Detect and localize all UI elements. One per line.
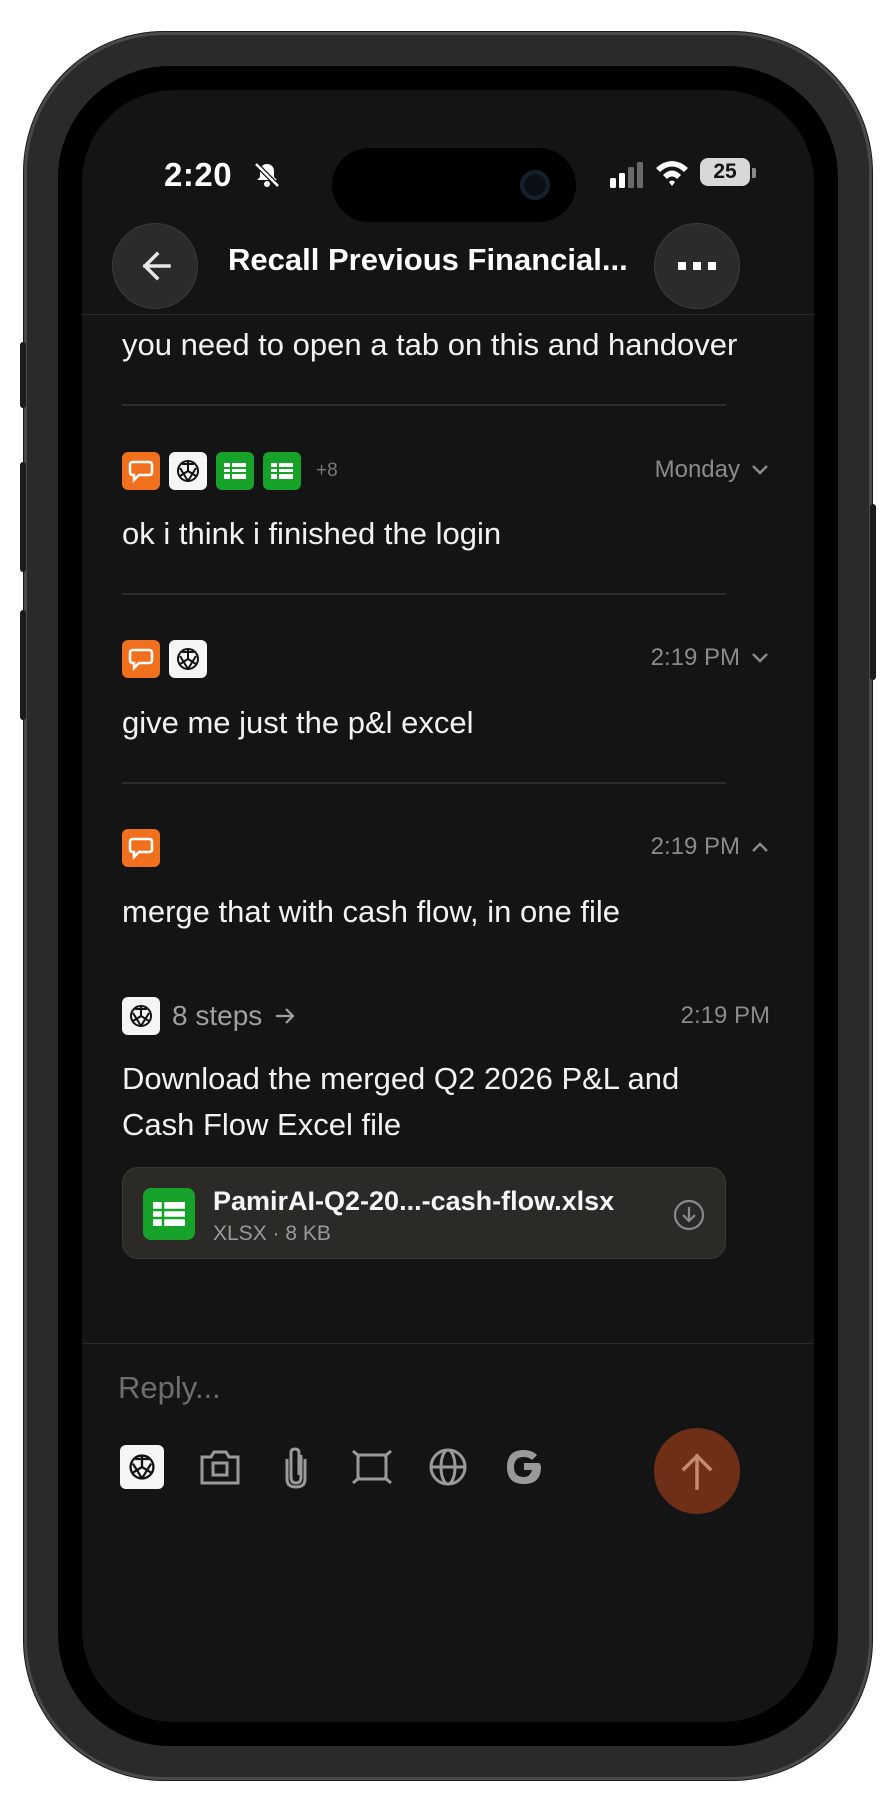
- message-timestamp-toggle[interactable]: 2:19 PM: [651, 644, 770, 672]
- globe-icon: [429, 1448, 467, 1486]
- model-selector-button[interactable]: [118, 1443, 166, 1491]
- user-message: you need to open a tab on this and hando…: [122, 327, 738, 362]
- arrow-right-icon: [276, 1008, 295, 1024]
- message-timestamp-toggle[interactable]: 2:19 PM: [651, 833, 770, 861]
- conversation-title-button[interactable]: Recall Previous Financial...: [228, 242, 628, 278]
- reply-input[interactable]: [118, 1370, 618, 1406]
- message-divider: [122, 404, 726, 406]
- phone-bezel: 2:20 25 Recall Previous Financial... you…: [58, 66, 838, 1746]
- web-search-button[interactable]: [424, 1443, 472, 1491]
- camera-button[interactable]: [196, 1443, 244, 1491]
- chat-bubble-icon: [122, 829, 160, 867]
- user-message: merge that with cash flow, in one file: [122, 894, 620, 929]
- file-name: PamirAI-Q2-20...-cash-flow.xlsx: [213, 1186, 615, 1216]
- attach-button[interactable]: [272, 1443, 320, 1491]
- back-button[interactable]: [112, 223, 198, 309]
- tool-icons-row: [122, 640, 207, 678]
- response-time: 2:19 PM: [680, 1002, 770, 1029]
- openai-icon: [169, 640, 207, 678]
- google-button[interactable]: [500, 1443, 548, 1491]
- arrow-left-icon: [142, 251, 171, 281]
- google-icon: [507, 1450, 541, 1484]
- phone-frame: 2:20 25 Recall Previous Financial... you…: [20, 32, 876, 1780]
- download-icon[interactable]: [673, 1199, 705, 1231]
- message-timestamp: Monday: [654, 456, 740, 483]
- header-divider: [82, 314, 814, 315]
- message-timestamp-toggle[interactable]: Monday: [655, 456, 770, 484]
- send-button[interactable]: [654, 1428, 740, 1514]
- camera-icon: [200, 1450, 240, 1485]
- user-message: ok i think i finished the login: [122, 516, 502, 551]
- composer-divider: [82, 1343, 814, 1344]
- tool-icons-row: +8: [122, 452, 338, 490]
- side-button-action: [20, 342, 26, 408]
- user-message: give me just the p&l excel: [122, 705, 474, 740]
- spreadsheet-icon: [143, 1188, 195, 1240]
- steps-link[interactable]: 8 steps: [122, 997, 296, 1035]
- screen: 2:20 25 Recall Previous Financial... you…: [82, 90, 814, 1722]
- screenshot-button[interactable]: [348, 1443, 396, 1491]
- message-divider: [122, 782, 726, 784]
- steps-label: 8 steps: [172, 1000, 263, 1031]
- paperclip-icon: [285, 1447, 307, 1489]
- front-camera: [520, 170, 550, 200]
- chat-bubble-icon: [122, 640, 160, 678]
- openai-icon: [120, 1445, 164, 1489]
- more-tools-count: +8: [316, 460, 338, 481]
- side-button-volume-down: [20, 610, 26, 720]
- chat-bubble-icon: [122, 452, 160, 490]
- side-button-power: [870, 504, 876, 680]
- assistant-message: Download the merged Q2 2026 P&L and Cash…: [122, 1061, 680, 1142]
- battery-level: 25: [700, 158, 750, 186]
- message-divider: [122, 593, 726, 595]
- side-button-volume-up: [20, 462, 26, 572]
- bell-muted-icon: [254, 162, 280, 188]
- status-time: 2:20: [164, 156, 233, 193]
- chevron-down-icon: [752, 465, 768, 475]
- cellular-signal-icon: [610, 162, 643, 188]
- response-timestamp: 2:19 PM: [681, 1002, 770, 1030]
- message-timestamp: 2:19 PM: [650, 644, 740, 671]
- openai-icon: [169, 452, 207, 490]
- wifi-icon: [656, 161, 688, 186]
- spreadsheet-icon: [216, 452, 254, 490]
- conversation-title: Recall Previous Financial...: [228, 242, 628, 277]
- battery-nub: [752, 168, 756, 178]
- tool-icons-row: [122, 829, 160, 867]
- message-timestamp: 2:19 PM: [650, 833, 740, 860]
- dynamic-island: [332, 148, 576, 222]
- spreadsheet-icon: [263, 452, 301, 490]
- openai-icon: [122, 997, 160, 1035]
- arrow-up-icon: [681, 1453, 713, 1490]
- file-meta: XLSX · 8 KB: [213, 1222, 331, 1245]
- chevron-up-icon: [752, 842, 768, 852]
- chevron-down-icon: [752, 653, 768, 663]
- screenshot-icon: [352, 1449, 392, 1485]
- more-options-button[interactable]: [654, 223, 740, 309]
- file-attachment-card[interactable]: PamirAI-Q2-20...-cash-flow.xlsx XLSX · 8…: [122, 1167, 726, 1259]
- more-dots-icon: [678, 262, 716, 270]
